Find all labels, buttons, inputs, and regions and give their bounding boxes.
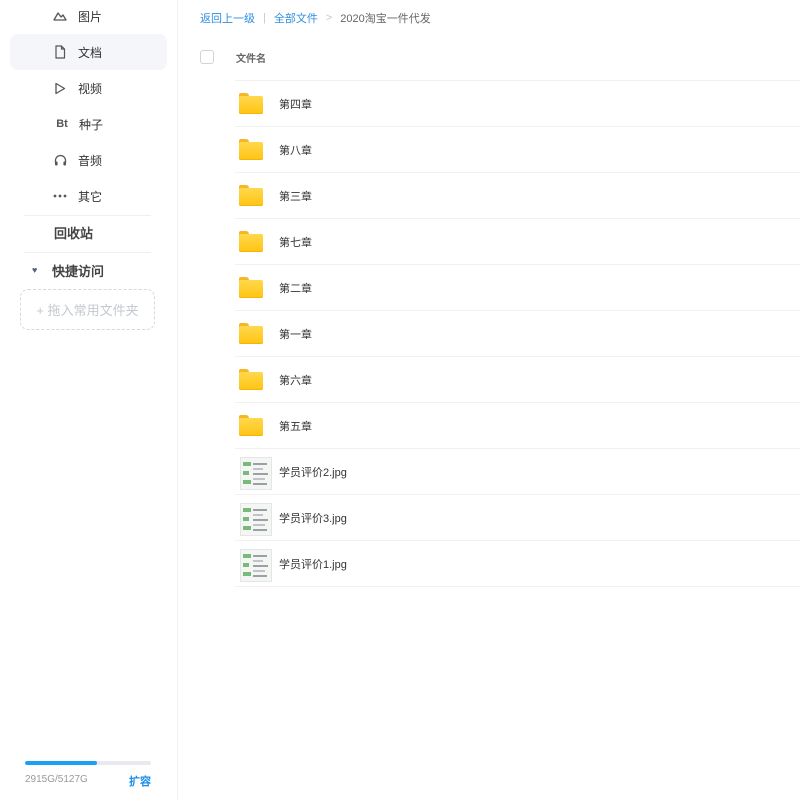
file-name[interactable]: 第五章 <box>279 418 312 434</box>
sidebar-item-audio[interactable]: 音频 <box>10 142 167 178</box>
file-name[interactable]: 第四章 <box>279 96 312 112</box>
breadcrumb-separator: | <box>263 12 266 24</box>
quick-access-label: 快捷访问 <box>52 263 105 279</box>
storage-progress-fill <box>25 761 97 765</box>
divider <box>235 586 800 587</box>
sidebar-item-others[interactable]: 其它 <box>10 178 167 214</box>
file-row[interactable]: 第一章 <box>235 310 800 357</box>
quick-access-drop-zone[interactable]: + 拖入常用文件夹 <box>20 289 155 330</box>
folder-icon <box>239 323 263 345</box>
file-row[interactable]: 学员评价1.jpg <box>235 540 800 587</box>
current-folder: 2020淘宝一件代发 <box>340 13 431 25</box>
file-name[interactable]: 学员评价1.jpg <box>279 556 347 572</box>
folder-icon <box>239 139 263 161</box>
image-thumbnail <box>239 503 272 536</box>
file-name[interactable]: 第二章 <box>279 280 312 296</box>
headphones-icon <box>52 152 68 168</box>
sidebar-item-label: 图片 <box>78 9 103 24</box>
sidebar-item-videos[interactable]: 视频 <box>10 70 167 106</box>
file-name[interactable]: 学员评价3.jpg <box>279 510 347 526</box>
sidebar-item-documents[interactable]: 文档 <box>10 34 167 70</box>
heart-icon: ♥ <box>32 265 38 275</box>
bt-icon: Bt <box>56 118 68 130</box>
storage-usage-text: 2915G/5127G <box>25 774 88 785</box>
file-row[interactable]: 学员评价2.jpg <box>235 448 800 495</box>
folder-icon <box>239 369 263 391</box>
quick-access-header[interactable]: ♥ 快捷访问 <box>24 252 104 288</box>
folder-icon <box>239 231 263 253</box>
sidebar-item-label: 文档 <box>78 45 103 60</box>
file-name[interactable]: 第八章 <box>279 142 312 158</box>
file-row[interactable]: 第六章 <box>235 356 800 403</box>
document-icon <box>52 44 68 60</box>
sidebar-item-label: 其它 <box>78 189 103 204</box>
back-link[interactable]: 返回上一级 <box>200 10 255 26</box>
folder-icon <box>239 185 263 207</box>
file-name[interactable]: 学员评价2.jpg <box>279 464 347 480</box>
file-row[interactable]: 第二章 <box>235 264 800 311</box>
file-name[interactable]: 第一章 <box>279 326 312 342</box>
more-icon <box>52 188 68 204</box>
file-row[interactable]: 第四章 <box>235 80 800 127</box>
folder-icon <box>239 415 263 437</box>
recycle-bin-link[interactable]: 回收站 <box>54 214 93 250</box>
column-header-filename[interactable]: 文件名 <box>236 50 266 65</box>
file-list-header: 文件名 <box>200 46 266 68</box>
image-icon <box>52 8 68 24</box>
folder-icon <box>239 277 263 299</box>
file-name[interactable]: 第六章 <box>279 372 312 388</box>
image-thumbnail <box>239 549 272 582</box>
storage-progress-bar <box>25 761 151 765</box>
file-row[interactable]: 第八章 <box>235 126 800 173</box>
expand-storage-button[interactable]: 扩容 <box>129 773 151 789</box>
file-row[interactable]: 学员评价3.jpg <box>235 494 800 541</box>
file-name[interactable]: 第三章 <box>279 188 312 204</box>
folder-icon <box>239 93 263 115</box>
sidebar: 图片 文档 视频 Bt 种子 音频 其它 回收站 ♥ 快捷访问 + 拖入常用文件… <box>0 0 178 800</box>
sidebar-item-images[interactable]: 图片 <box>10 0 167 34</box>
breadcrumb-arrow: > <box>325 12 333 24</box>
play-icon <box>52 80 68 96</box>
sidebar-item-label: 音频 <box>78 153 103 168</box>
select-all-checkbox[interactable] <box>200 50 214 64</box>
sidebar-item-label: 视频 <box>78 81 103 96</box>
file-row[interactable]: 第七章 <box>235 218 800 265</box>
image-thumbnail <box>239 457 272 490</box>
breadcrumb: 返回上一级 | 全部文件 > 2020淘宝一件代发 <box>200 10 431 26</box>
file-row[interactable]: 第五章 <box>235 402 800 449</box>
all-files-link[interactable]: 全部文件 <box>274 10 318 26</box>
sidebar-item-torrents[interactable]: Bt 种子 <box>10 106 167 142</box>
file-name[interactable]: 第七章 <box>279 234 312 250</box>
file-row[interactable]: 第三章 <box>235 172 800 219</box>
sidebar-item-label: 种子 <box>79 117 104 132</box>
